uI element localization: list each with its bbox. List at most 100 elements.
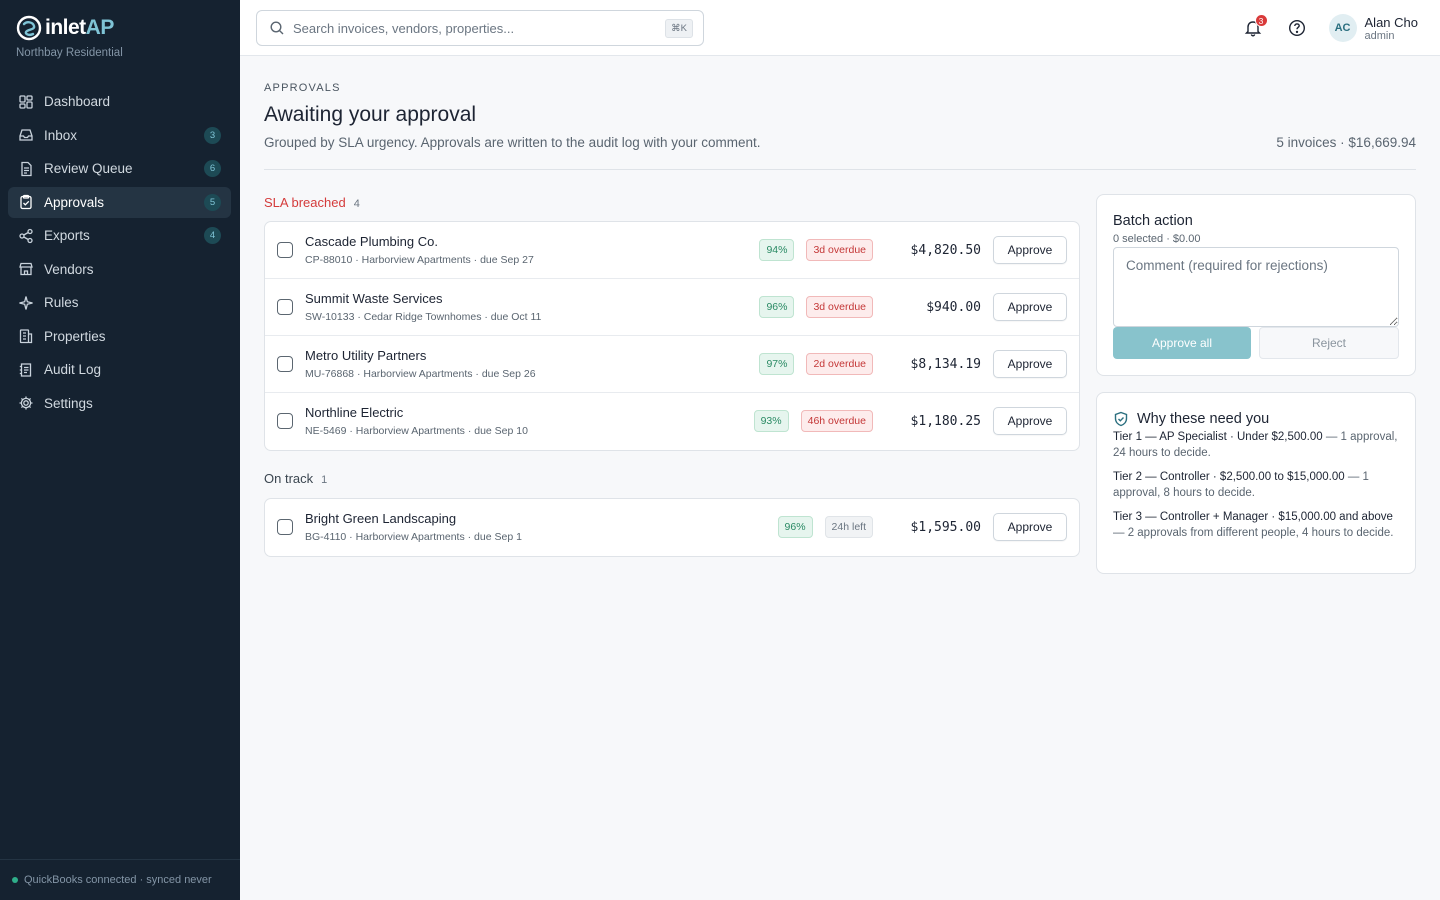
batch-action-panel: Batch action 0 selected · $0.00 Approve …: [1096, 194, 1416, 376]
group-label: On track: [264, 471, 314, 486]
nav-count-badge: 5: [204, 193, 221, 211]
approve-button[interactable]: Approve: [993, 293, 1067, 321]
sidebar-item-properties[interactable]: Properties: [8, 321, 231, 352]
invoice-amount: $940.00: [926, 299, 981, 315]
row-checkbox[interactable]: [277, 356, 293, 372]
invoice-list-on-track: Bright Green Landscaping BG-4110 · Harbo…: [264, 498, 1080, 557]
sidebar-item-audit-log[interactable]: Audit Log: [8, 354, 231, 385]
notification-count-badge: 3: [1254, 14, 1268, 27]
sidebar-item-vendors[interactable]: Vendors: [8, 254, 231, 285]
sidebar-item-label: Review Queue: [44, 161, 133, 176]
rules-icon: [19, 295, 33, 310]
tier-rule: Tier 3 — Controller + Manager · $15,000.…: [1113, 509, 1403, 541]
row-checkbox[interactable]: [277, 299, 293, 315]
row-checkbox[interactable]: [277, 413, 293, 429]
sidebar-item-label: Rules: [44, 295, 79, 310]
invoice-list-sla-breached: Cascade Plumbing Co. CP-88010 · Harborvi…: [264, 221, 1080, 451]
approve-button[interactable]: Approve: [993, 513, 1067, 541]
inbox-icon: [19, 129, 33, 141]
shield-check-icon: [1114, 411, 1128, 427]
dashboard-icon: [19, 94, 33, 109]
reject-button[interactable]: Reject: [1259, 327, 1399, 359]
nav-count-badge: 4: [204, 227, 221, 244]
sidebar-item-label: Properties: [44, 328, 106, 344]
notifications-button[interactable]: 3: [1243, 14, 1268, 38]
invoice-meta: BG-4110 · Harborview Apartments · due Se…: [305, 531, 522, 543]
approval-tiers-list: Tier 1 — AP Specialist · Under $2,500.00…: [1113, 429, 1403, 549]
confidence-badge: 96%: [759, 296, 795, 318]
table-row[interactable]: Bright Green Landscaping BG-4110 · Harbo…: [265, 499, 1079, 556]
page-subtitle: Grouped by SLA urgency. Approvals are wr…: [264, 135, 761, 150]
sidebar-item-approvals[interactable]: Approvals 5: [8, 186, 231, 218]
sidebar-item-label: Settings: [44, 395, 93, 411]
tier-heading: Tier 1 — AP Specialist · Under $2,500.00: [1113, 431, 1323, 443]
sla-badge: 2d overdue: [806, 353, 873, 375]
user-role: admin: [1364, 29, 1395, 42]
help-icon: [1288, 19, 1305, 37]
row-checkbox[interactable]: [277, 519, 293, 535]
sla-badge: 3d overdue: [806, 239, 873, 261]
properties-icon: [19, 329, 33, 344]
comment-field[interactable]: [1113, 247, 1399, 327]
approval-tiers-header: Why these need you: [1113, 411, 1269, 427]
brand-name: inletAP: [45, 16, 114, 39]
tier-rule: Tier 2 — Controller · $2,500.00 to $15,0…: [1113, 469, 1403, 501]
sidebar-item-dashboard[interactable]: Dashboard: [8, 86, 231, 117]
vendor-name: Metro Utility Partners: [305, 348, 427, 363]
exports-icon: [19, 228, 33, 243]
group-count: 4: [353, 198, 360, 210]
invoice-meta: MU-76868 · Harborview Apartments · due S…: [305, 368, 536, 380]
search-box[interactable]: ⌘K: [256, 10, 704, 46]
sla-badge: 24h left: [824, 516, 873, 538]
table-row[interactable]: Cascade Plumbing Co. CP-88010 · Harborvi…: [265, 222, 1079, 279]
user-name: Alan Cho: [1364, 14, 1418, 30]
vendors-icon: [19, 262, 33, 276]
header-divider: [264, 169, 1416, 170]
sidebar-item-settings[interactable]: Settings: [8, 388, 231, 419]
table-row[interactable]: Metro Utility Partners MU-76868 · Harbor…: [265, 336, 1079, 393]
sidebar-item-label: Dashboard: [44, 94, 111, 109]
invoice-meta: NE-5469 · Harborview Apartments · due Se…: [305, 425, 528, 437]
brand-logo[interactable]: inletAP: [16, 14, 114, 42]
table-row[interactable]: Northline Electric NE-5469 · Harborview …: [265, 393, 1079, 450]
sidebar-item-label: Vendors: [44, 261, 94, 277]
top-bar-actions: 3 AC Alan Cho admin: [1243, 0, 1440, 56]
vendor-name: Summit Waste Services: [305, 291, 443, 306]
vendor-name: Northline Electric: [305, 405, 404, 420]
confidence-badge: 93%: [753, 410, 789, 432]
sidebar-item-review-queue[interactable]: Review Queue 6: [8, 153, 231, 184]
batch-action-title: Batch action: [1113, 213, 1193, 229]
approve-button[interactable]: Approve: [993, 350, 1067, 378]
avatar[interactable]: AC: [1328, 14, 1357, 42]
sidebar-item-label: Inbox: [44, 127, 78, 143]
sidebar-nav: Dashboard Inbox 3 Review Queue 6 Approva…: [8, 86, 231, 421]
table-row[interactable]: Summit Waste Services SW-10133 · Cedar R…: [265, 279, 1079, 336]
user-menu[interactable]: Alan Cho admin: [1365, 15, 1418, 42]
sidebar: inletAP Northbay Residential Dashboard I…: [0, 0, 240, 900]
organization-name: Northbay Residential: [16, 47, 123, 59]
invoice-amount: $4,820.50: [910, 242, 981, 258]
sidebar-item-rules[interactable]: Rules: [8, 287, 231, 318]
help-button[interactable]: [1287, 18, 1307, 38]
search-icon: [270, 21, 284, 35]
top-bar: ⌘K 3 AC Alan Cho admin: [240, 0, 1440, 56]
approve-button[interactable]: Approve: [993, 236, 1067, 264]
row-checkbox[interactable]: [277, 242, 293, 258]
approvals-icon: [20, 194, 32, 210]
sidebar-item-inbox[interactable]: Inbox 3: [8, 120, 231, 151]
nav-count-badge: 6: [204, 160, 221, 177]
confidence-badge: 97%: [759, 353, 795, 375]
search-input[interactable]: [293, 20, 666, 36]
approve-button[interactable]: Approve: [993, 407, 1067, 435]
invoice-amount: $1,180.25: [910, 413, 981, 429]
page-summary: 5 invoices · $16,669.94: [1276, 135, 1416, 150]
inlet-logo-icon: [16, 15, 42, 41]
nav-count-badge: 3: [204, 126, 221, 144]
search-shortcut-hint: ⌘K: [665, 18, 693, 38]
approval-tiers-title: Why these need you: [1137, 411, 1270, 427]
review-queue-icon: [21, 161, 32, 176]
sidebar-item-exports[interactable]: Exports 4: [8, 220, 231, 251]
audit-log-icon: [19, 362, 32, 377]
sync-status-text: QuickBooks connected · synced never: [24, 874, 212, 886]
approve-all-button[interactable]: Approve all: [1113, 327, 1251, 359]
